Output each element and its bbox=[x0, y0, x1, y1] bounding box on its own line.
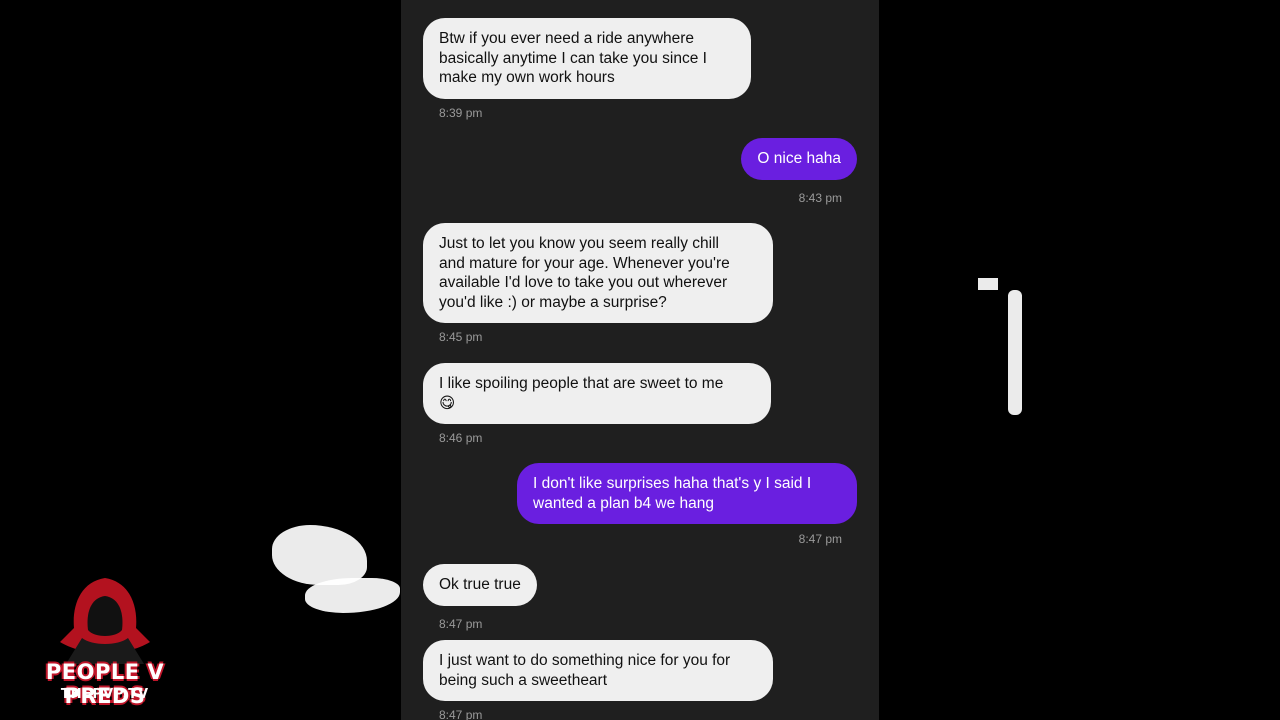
incoming-message: I just want to do something nice for you… bbox=[423, 640, 773, 701]
background-splatter bbox=[272, 525, 367, 585]
message-timestamp: 8:43 pm bbox=[798, 191, 842, 205]
message-timestamp: 8:39 pm bbox=[439, 106, 483, 120]
outgoing-message: I don't like surprises haha that's y I s… bbox=[517, 463, 857, 524]
background-splatter bbox=[305, 578, 400, 613]
hooded-figure-icon bbox=[60, 578, 150, 664]
channel-logo: PEOPLE V PREDS THEPVP.TV bbox=[20, 576, 190, 708]
incoming-message: Just to let you know you seem really chi… bbox=[423, 223, 773, 323]
logo-subtitle: THEPVP.TV bbox=[60, 687, 150, 702]
message-timestamp: 8:47 pm bbox=[798, 532, 842, 546]
message-timestamp: 8:46 pm bbox=[439, 431, 483, 445]
background-splatter bbox=[1008, 290, 1022, 415]
incoming-message: I like spoiling people that are sweet to… bbox=[423, 363, 771, 424]
message-timestamp: 8:47 pm bbox=[439, 708, 483, 720]
background-splatter bbox=[978, 278, 998, 290]
incoming-message: Btw if you ever need a ride anywhere bas… bbox=[423, 18, 751, 99]
outgoing-message: O nice haha bbox=[741, 138, 857, 180]
chat-thread[interactable]: Btw if you ever need a ride anywhere bas… bbox=[401, 0, 879, 720]
message-timestamp: 8:45 pm bbox=[439, 330, 483, 344]
incoming-message: Ok true true bbox=[423, 564, 537, 606]
message-timestamp: 8:47 pm bbox=[439, 617, 483, 631]
